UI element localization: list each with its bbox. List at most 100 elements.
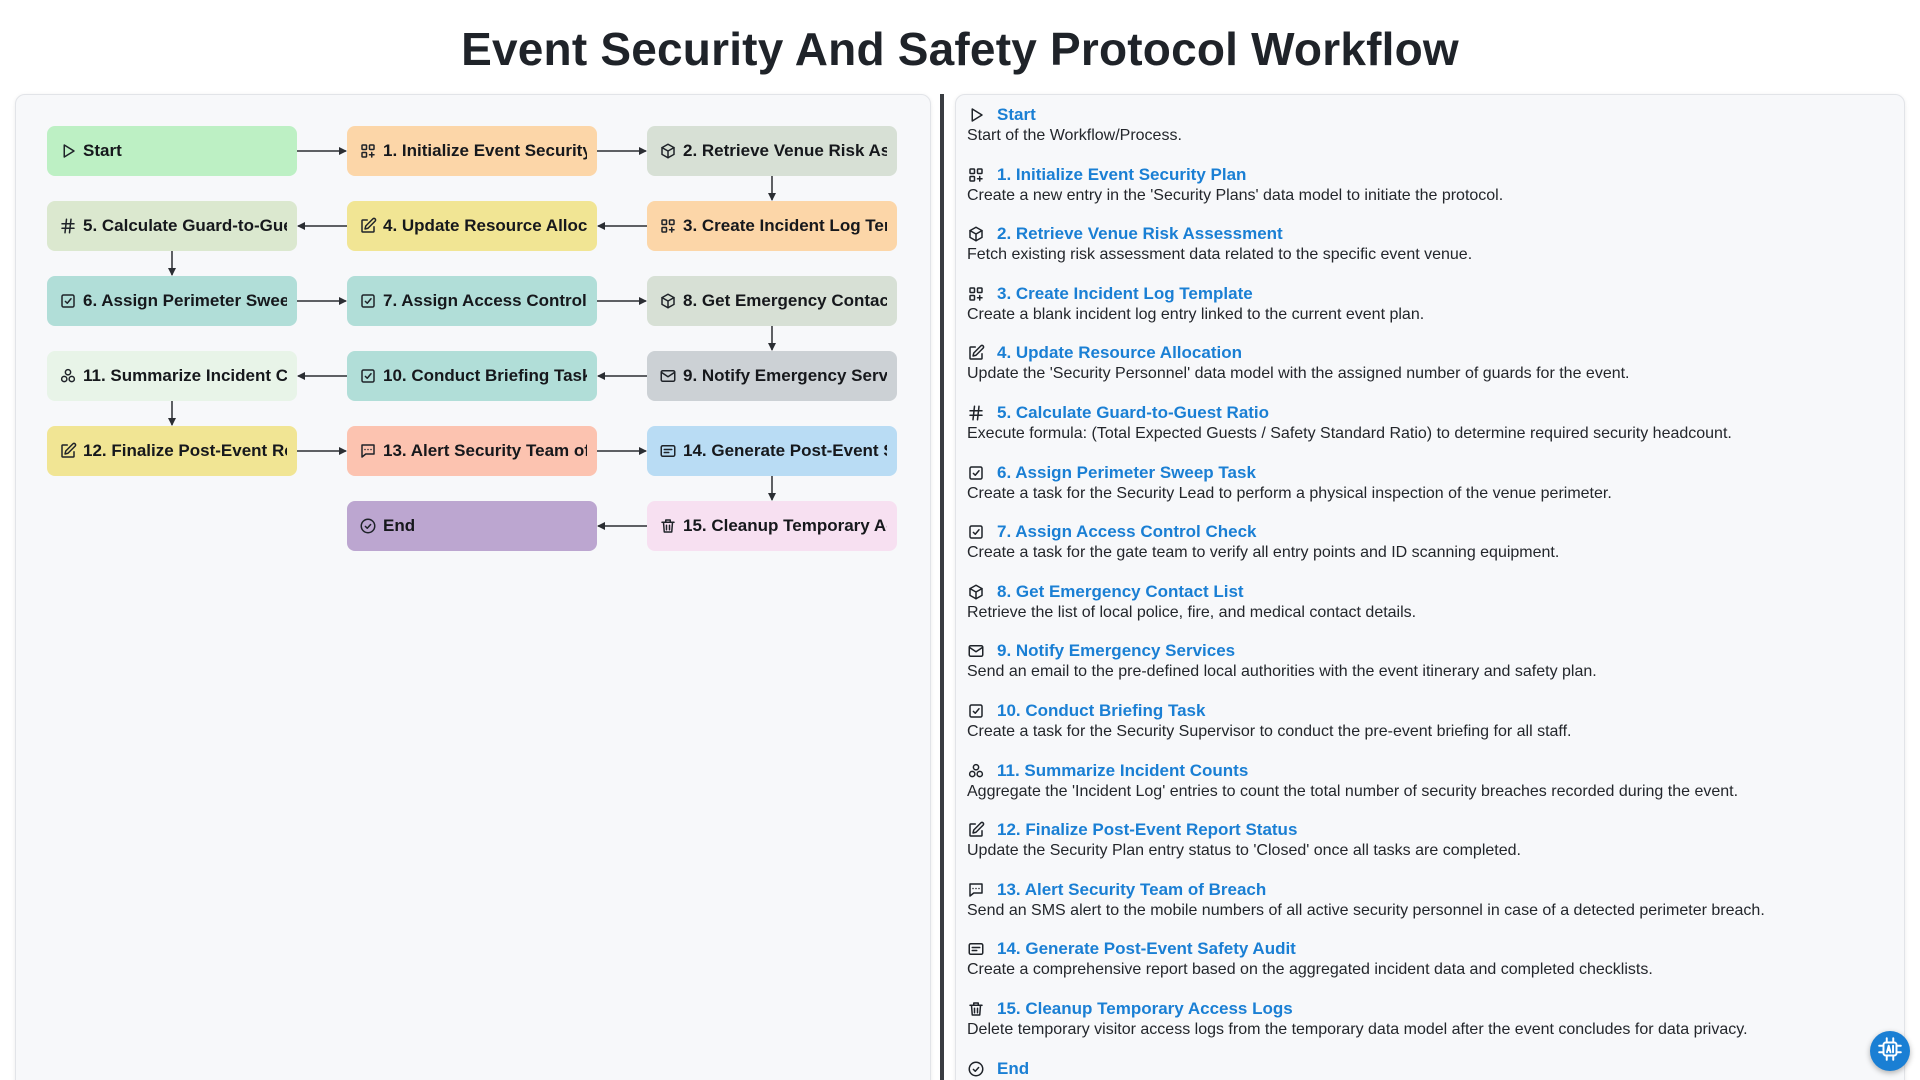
legend-item: End — [967, 1058, 1887, 1080]
cluster-icon — [967, 762, 985, 780]
edit-icon — [59, 442, 77, 460]
legend-title-link[interactable]: 12. Finalize Post-Event Report Status — [997, 820, 1297, 840]
legend-item: 4. Update Resource Allocation Update the … — [967, 342, 1887, 384]
legend-heading: 13. Alert Security Team of Breach — [967, 879, 1887, 901]
node-label: 3. Create Incident Log Template — [683, 216, 887, 235]
legend-description: Delete temporary visitor access logs fro… — [967, 1021, 1748, 1038]
legend-title-link[interactable]: End — [997, 1059, 1029, 1079]
legend-title-link[interactable]: 15. Cleanup Temporary Access Logs — [997, 999, 1293, 1019]
legend-title-link[interactable]: 11. Summarize Incident Counts — [997, 761, 1248, 781]
legend-title-link[interactable]: 4. Update Resource Allocation — [997, 343, 1242, 363]
check-circle-icon — [359, 517, 377, 535]
legend-item: 6. Assign Perimeter Sweep Task Create a t… — [967, 462, 1887, 504]
node-n10[interactable]: 10. Conduct Briefing Task — [347, 351, 597, 401]
cube-icon — [967, 583, 985, 601]
node-n11[interactable]: 11. Summarize Incident Counts — [47, 351, 297, 401]
legend-description: Aggregate the 'Incident Log' entries to … — [967, 782, 1739, 800]
node-n8[interactable]: 8. Get Emergency Contact List — [647, 276, 897, 326]
node-n4[interactable]: 4. Update Resource Allocation — [347, 201, 597, 251]
panel-divider[interactable] — [940, 94, 944, 1080]
legend-heading: 11. Summarize Incident Counts — [967, 760, 1887, 782]
legend-title-link[interactable]: 3. Create Incident Log Template — [997, 284, 1253, 304]
legend-item: 13. Alert Security Team of Breach Send an… — [967, 879, 1887, 921]
checkbox-icon — [359, 367, 377, 385]
node-label: 13. Alert Security Team of Breach — [383, 441, 587, 460]
grid-plus-icon — [967, 285, 985, 303]
legend-description: Send an SMS alert to the mobile numbers … — [967, 901, 1765, 919]
cluster-icon — [59, 367, 77, 385]
node-label: 14. Generate Post-Event Safety Audit — [683, 441, 887, 460]
legend-item: 8. Get Emergency Contact List Retrieve th… — [967, 581, 1887, 623]
legend-title-link[interactable]: 1. Initialize Event Security Plan — [997, 165, 1246, 185]
node-end[interactable]: End — [347, 501, 597, 551]
node-label: 4. Update Resource Allocation — [383, 216, 587, 235]
ai-chip-icon — [1877, 1036, 1903, 1067]
node-label: 12. Finalize Post-Event Report Status — [83, 441, 287, 460]
node-n14[interactable]: 14. Generate Post-Event Safety Audit — [647, 426, 897, 476]
message-icon — [967, 881, 985, 899]
legend-title-link[interactable]: 2. Retrieve Venue Risk Assessment — [997, 224, 1283, 244]
check-circle-icon — [967, 1060, 985, 1078]
legend-title-link[interactable]: 10. Conduct Briefing Task — [997, 701, 1205, 721]
node-n15[interactable]: 15. Cleanup Temporary Access Logs — [647, 501, 897, 551]
legend-heading: End — [967, 1058, 1887, 1080]
node-label: 7. Assign Access Control Check — [383, 291, 587, 310]
legend-heading: Start — [967, 104, 1887, 126]
assistant-button[interactable] — [1870, 1031, 1910, 1071]
checkbox-icon — [967, 702, 985, 720]
legend-description: Create a task for the Security Superviso… — [967, 723, 1572, 740]
cube-icon — [659, 142, 677, 160]
node-n6[interactable]: 6. Assign Perimeter Sweep Task — [47, 276, 297, 326]
legend-heading: 5. Calculate Guard-to-Guest Ratio — [967, 402, 1887, 424]
trash-icon — [967, 1000, 985, 1018]
legend-item: 2. Retrieve Venue Risk Assessment Fetch e… — [967, 223, 1887, 265]
hash-icon — [967, 404, 985, 422]
node-n7[interactable]: 7. Assign Access Control Check — [347, 276, 597, 326]
legend-title-link[interactable]: 13. Alert Security Team of Breach — [997, 880, 1266, 900]
node-label: 5. Calculate Guard-to-Guest Ratio — [83, 216, 287, 235]
legend-heading: 8. Get Emergency Contact List — [967, 581, 1887, 603]
legend-item: 15. Cleanup Temporary Access Logs Delete … — [967, 998, 1887, 1040]
legend-description: Send an email to the pre-defined local a… — [967, 663, 1597, 681]
cube-icon — [659, 292, 677, 310]
node-n1[interactable]: 1. Initialize Event Security Plan — [347, 126, 597, 176]
report-icon — [659, 442, 677, 460]
checkbox-icon — [967, 464, 985, 482]
legend-item: Start Start of the Workflow/Process. — [967, 104, 1887, 146]
legend-item: 7. Assign Access Control Check Create a t… — [967, 521, 1887, 563]
legend-title-link[interactable]: 8. Get Emergency Contact List — [997, 582, 1244, 602]
node-start[interactable]: Start — [47, 126, 297, 176]
legend-heading: 15. Cleanup Temporary Access Logs — [967, 998, 1887, 1020]
legend-heading: 7. Assign Access Control Check — [967, 521, 1887, 543]
node-n13[interactable]: 13. Alert Security Team of Breach — [347, 426, 597, 476]
edit-icon — [967, 344, 985, 362]
node-n2[interactable]: 2. Retrieve Venue Risk Assessment — [647, 126, 897, 176]
legend-description: Create a comprehensive report based on t… — [967, 961, 1653, 979]
legend-heading: 2. Retrieve Venue Risk Assessment — [967, 223, 1887, 245]
trash-icon — [659, 517, 677, 535]
legend-heading: 6. Assign Perimeter Sweep Task — [967, 462, 1887, 484]
legend-item: 3. Create Incident Log Template Create a … — [967, 283, 1887, 325]
legend-description: Fetch existing risk assessment data rela… — [967, 246, 1473, 264]
legend-heading: 4. Update Resource Allocation — [967, 342, 1887, 364]
legend-title-link[interactable]: 6. Assign Perimeter Sweep Task — [997, 463, 1256, 483]
legend-item: 1. Initialize Event Security Plan Create … — [967, 164, 1887, 206]
legend-heading: 12. Finalize Post-Event Report Status — [967, 819, 1887, 841]
legend-item: 9. Notify Emergency Services Send an emai… — [967, 640, 1887, 682]
legend-title-link[interactable]: 7. Assign Access Control Check — [997, 522, 1257, 542]
legend-title-link[interactable]: 14. Generate Post-Event Safety Audit — [997, 939, 1296, 959]
legend-item: 10. Conduct Briefing Task Create a task f… — [967, 700, 1887, 742]
node-n12[interactable]: 12. Finalize Post-Event Report Status — [47, 426, 297, 476]
legend-title-link[interactable]: 5. Calculate Guard-to-Guest Ratio — [997, 403, 1269, 423]
legend-description: Create a task for the gate team to verif… — [967, 544, 1560, 562]
edit-icon — [359, 217, 377, 235]
legend-item: 11. Summarize Incident Counts Aggregate t… — [967, 760, 1887, 802]
legend-title-link[interactable]: 9. Notify Emergency Services — [997, 641, 1235, 661]
node-n5[interactable]: 5. Calculate Guard-to-Guest Ratio — [47, 201, 297, 251]
node-n3[interactable]: 3. Create Incident Log Template — [647, 201, 897, 251]
legend-title-link[interactable]: Start — [997, 105, 1036, 125]
page-title: Event Security And Safety Protocol Workf… — [461, 23, 1459, 75]
node-n9[interactable]: 9. Notify Emergency Services — [647, 351, 897, 401]
grid-plus-icon — [359, 142, 377, 160]
node-label: 2. Retrieve Venue Risk Assessment — [683, 141, 887, 160]
